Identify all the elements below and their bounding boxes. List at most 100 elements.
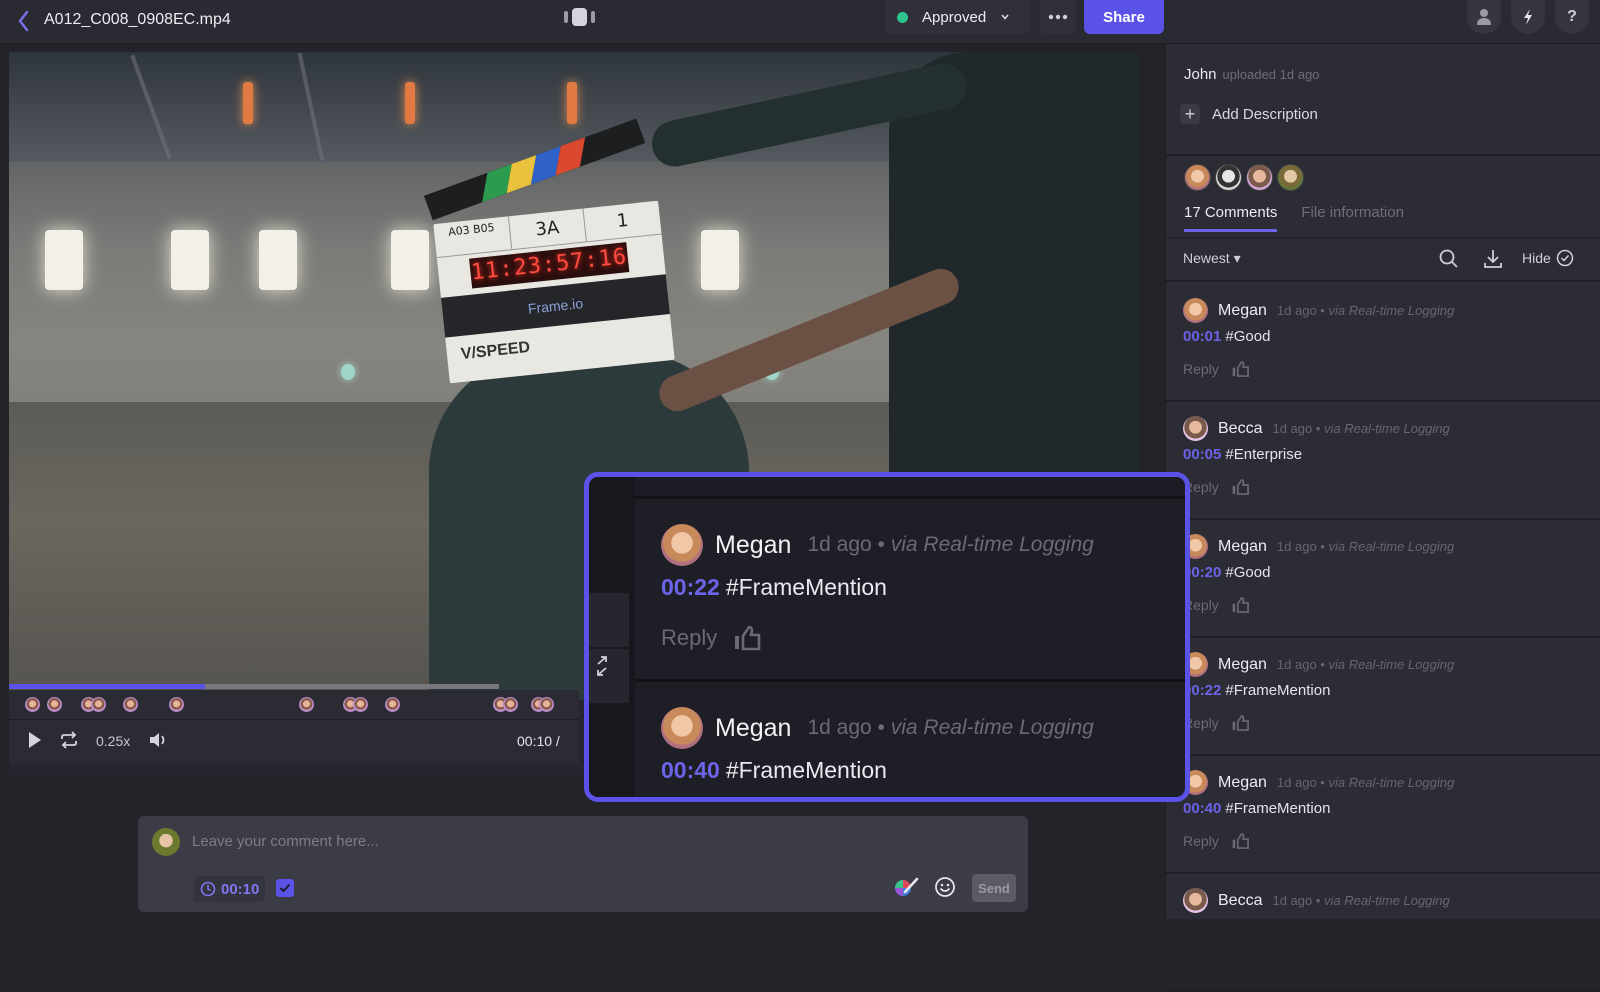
lightning-icon (1524, 9, 1532, 25)
avatar[interactable] (1246, 164, 1273, 191)
avatar[interactable] (1277, 164, 1304, 191)
scene-light (405, 82, 415, 124)
playback-speed[interactable]: 0.25x (96, 733, 130, 749)
scene-window (391, 230, 429, 290)
comment-meta: 1d ago • via Real-time Logging (1276, 775, 1455, 790)
send-button[interactable]: Send (972, 874, 1016, 902)
comment-avatar (661, 524, 703, 566)
play-icon (29, 732, 41, 748)
comment-text: #Good (1225, 564, 1271, 581)
comment-timestamp[interactable]: 00:40 (1183, 800, 1221, 817)
comment-avatar (1183, 298, 1208, 323)
back-button[interactable] (14, 8, 34, 34)
comment-author: Becca (1218, 419, 1263, 437)
comments-sidebar: John uploaded 1d ago + Add Description 17… (1165, 44, 1600, 992)
comment-meta: 1d ago • via Real-time Logging (1276, 657, 1455, 672)
annotate-button[interactable] (893, 876, 919, 903)
comment-item[interactable]: Becca 1d ago • via Real-time Logging (1166, 874, 1600, 992)
comment-item[interactable]: Megan 1d ago • via Real-time Logging 00:22… (1166, 638, 1600, 756)
scene-window (45, 230, 83, 290)
comment-item[interactable]: Becca 1d ago • via Real-time Logging 00:05… (1166, 402, 1600, 520)
comment-text: #FrameMention (725, 757, 887, 783)
thumbs-up-icon[interactable] (1231, 596, 1251, 614)
viewer-avatars (1184, 164, 1304, 191)
comment-item[interactable]: Megan 1d ago • via Real-time Logging 00:20… (1166, 520, 1600, 638)
comment-marker[interactable] (91, 697, 106, 712)
comment-author: Megan (1218, 301, 1267, 319)
comment-marker[interactable] (169, 697, 184, 712)
paintbrush-icon (895, 877, 919, 896)
emoji-button[interactable] (934, 876, 956, 903)
upload-time: uploaded 1d ago (1222, 67, 1320, 82)
thumbs-up-icon[interactable] (1231, 714, 1251, 732)
overlay-strip-segment (589, 593, 629, 647)
download-comments-button[interactable] (1482, 248, 1504, 275)
slate-scene: 3A (508, 208, 588, 250)
comment-marker[interactable] (299, 697, 314, 712)
hide-comments-button[interactable]: Hide (1522, 249, 1574, 267)
reply-button[interactable]: Reply (1183, 833, 1219, 849)
thumbs-up-icon[interactable] (1231, 832, 1251, 850)
play-button[interactable] (27, 730, 43, 755)
volume-button[interactable] (147, 730, 167, 755)
tab-file-information[interactable]: File information (1301, 204, 1404, 232)
comment-input[interactable] (192, 826, 992, 856)
scene-light (567, 82, 577, 124)
avatar[interactable] (1215, 164, 1242, 191)
comment-marker[interactable] (503, 697, 518, 712)
comment-text: #FrameMention (1225, 800, 1331, 817)
expand-icon (597, 656, 607, 676)
thumbs-up-icon[interactable] (733, 624, 763, 652)
check-icon (279, 883, 291, 893)
help-icon: ? (1567, 8, 1577, 25)
comment-marker[interactable] (353, 697, 368, 712)
search-comments-button[interactable] (1438, 248, 1460, 275)
sort-dropdown[interactable]: Newest ▾ (1183, 250, 1241, 267)
timestamp-checkbox[interactable] (276, 879, 294, 897)
approval-status-dropdown[interactable]: Approved (885, 0, 1030, 34)
help-button[interactable]: ? (1555, 0, 1589, 34)
avatar[interactable] (1184, 164, 1211, 191)
reply-button[interactable]: Reply (661, 625, 717, 651)
comment-marker[interactable] (123, 697, 138, 712)
thumbs-up-icon[interactable] (1231, 360, 1251, 378)
more-options-button[interactable] (1040, 0, 1076, 34)
comment-meta: 1d ago • via Real-time Logging (1272, 421, 1450, 436)
comment-timestamp[interactable]: 00:05 (1183, 446, 1221, 463)
comment-item[interactable]: Megan 1d ago • via Real-time Logging 00:40… (1166, 756, 1600, 874)
comment-timestamp[interactable]: 00:01 (1183, 328, 1221, 345)
comment-marker[interactable] (385, 697, 400, 712)
share-button[interactable]: Share (1084, 0, 1164, 34)
clapperboard: A03 B05 3A 1 11:23:57:16 Frame.io V/SPEE… (423, 118, 675, 384)
chevron-down-icon (1001, 14, 1009, 20)
add-description-label: Add Description (1212, 105, 1318, 123)
comment-marker[interactable] (25, 697, 40, 712)
reply-button[interactable]: Reply (1183, 361, 1219, 377)
comment-marker[interactable] (539, 697, 554, 712)
view-mode-toggle[interactable] (563, 6, 597, 28)
volume-icon (150, 733, 165, 747)
comment-timestamp[interactable]: 00:22 (661, 574, 720, 600)
comment-author: Megan (715, 530, 792, 559)
account-button[interactable] (1467, 0, 1501, 34)
scene-window (701, 230, 739, 290)
comments-toolbar: Newest ▾ Hide (1166, 237, 1600, 282)
comment-author: Megan (715, 713, 792, 742)
expand-button[interactable] (595, 655, 609, 682)
scene-window (171, 230, 209, 290)
playback-progress[interactable] (9, 684, 499, 689)
tab-comments[interactable]: 17 Comments (1184, 204, 1278, 232)
user-icon (1477, 9, 1491, 25)
activity-button[interactable] (1511, 0, 1545, 34)
comment-timestamp-button[interactable]: 00:10 (194, 876, 266, 902)
slate-speed: V/SPEED (460, 338, 531, 364)
comment-timestamp[interactable]: 00:40 (661, 757, 720, 783)
slate-roll: A03 B05 (433, 216, 512, 258)
comment-item[interactable]: Megan 1d ago • via Real-time Logging 00:01… (1166, 284, 1600, 402)
add-description-button[interactable]: + Add Description (1180, 104, 1318, 124)
comment-meta: 1d ago • via Real-time Logging (807, 716, 1094, 739)
comment-marker[interactable] (47, 697, 62, 712)
loop-button[interactable] (59, 730, 79, 755)
divider (1166, 154, 1600, 156)
thumbs-up-icon[interactable] (1231, 478, 1251, 496)
